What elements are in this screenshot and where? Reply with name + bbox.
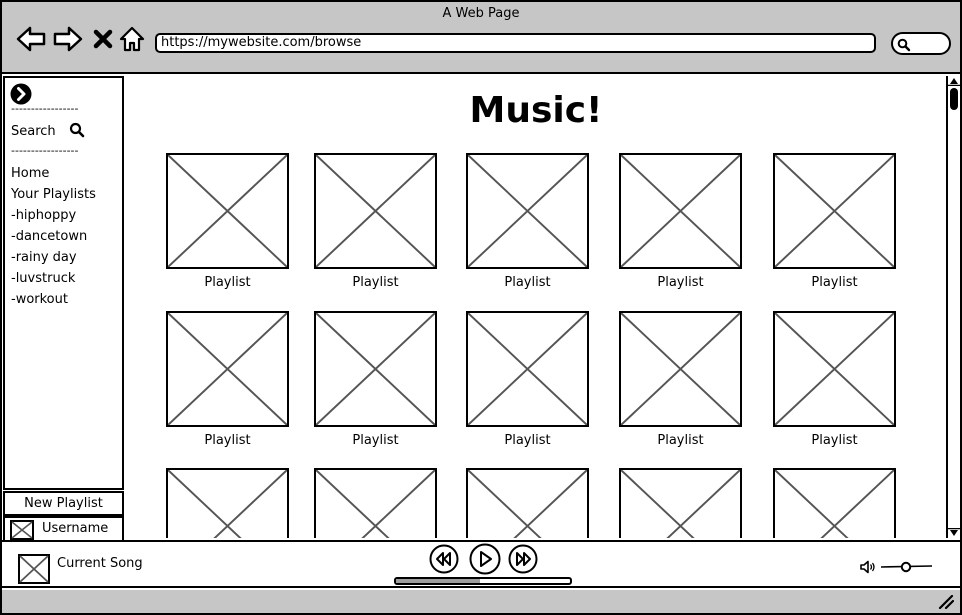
- playlist-cover-placeholder: [166, 311, 289, 427]
- playlist-tile[interactable]: [166, 468, 289, 538]
- playlist-tile[interactable]: [466, 468, 589, 538]
- playlist-label: Playlist: [352, 275, 399, 290]
- playlist-cover-placeholder: [466, 311, 589, 427]
- window-title: A Web Page: [442, 6, 520, 21]
- sidebar-item-your-playlists[interactable]: Your Playlists: [11, 187, 96, 202]
- playlist-label: Playlist: [204, 433, 251, 448]
- rewind-icon[interactable]: [429, 544, 459, 574]
- vertical-scrollbar[interactable]: [946, 76, 960, 538]
- playlist-tile[interactable]: Playlist: [773, 311, 896, 448]
- sidebar-item-dancetown[interactable]: -dancetown: [11, 229, 87, 244]
- playlist-label: Playlist: [657, 433, 704, 448]
- playlist-label: Playlist: [657, 275, 704, 290]
- volume-control[interactable]: [860, 560, 934, 574]
- playlist-cover-placeholder: [773, 311, 896, 427]
- back-arrow-icon[interactable]: [16, 24, 46, 54]
- playlist-tile[interactable]: Playlist: [466, 153, 589, 290]
- playlist-label: Playlist: [352, 433, 399, 448]
- browser-chrome: A Web Page https://mywebsite.com/browse: [2, 2, 960, 74]
- playlist-cover-placeholder: [619, 153, 742, 269]
- search-icon[interactable]: [69, 122, 85, 142]
- song-progress-bar[interactable]: [394, 577, 572, 585]
- sidebar-item-rainy-day[interactable]: -rainy day: [11, 250, 77, 265]
- sidebar-item-workout[interactable]: -workout: [11, 292, 68, 307]
- playlist-cover-placeholder: [166, 468, 289, 538]
- playlist-cover-placeholder: [466, 153, 589, 269]
- playlist-cover-placeholder: [619, 468, 742, 538]
- sidebar-divider: -----------------: [11, 144, 79, 157]
- url-bar[interactable]: https://mywebsite.com/browse: [155, 33, 876, 53]
- playlist-cover-placeholder: [314, 468, 437, 538]
- sidebar-item-home[interactable]: Home: [11, 166, 49, 181]
- playlist-cover-placeholder: [773, 153, 896, 269]
- forward-arrow-icon[interactable]: [53, 24, 83, 54]
- sidebar: ----------------- Search ---------------…: [3, 76, 124, 490]
- current-song-label: Current Song: [57, 556, 143, 571]
- playlist-cover-placeholder: [314, 311, 437, 427]
- playlist-tile[interactable]: [619, 468, 742, 538]
- main-content: Music! Playlist Playlist Playlist Playlist P…: [126, 76, 946, 538]
- status-bar: [2, 590, 960, 613]
- avatar: [10, 520, 34, 540]
- page-title: Music!: [469, 90, 603, 131]
- playlist-cover-placeholder: [773, 468, 896, 538]
- scroll-thumb[interactable]: [950, 88, 958, 110]
- playlist-tile[interactable]: Playlist: [314, 153, 437, 290]
- scroll-up-arrow-icon[interactable]: [948, 76, 960, 86]
- username-label: Username: [42, 521, 109, 536]
- user-profile[interactable]: Username: [3, 516, 124, 543]
- playlist-label: Playlist: [811, 433, 858, 448]
- speaker-icon: [860, 560, 875, 574]
- play-icon[interactable]: [469, 543, 501, 575]
- playlist-tile[interactable]: Playlist: [166, 153, 289, 290]
- sidebar-item-hiphoppy[interactable]: -hiphoppy: [11, 208, 76, 223]
- home-icon[interactable]: [117, 24, 147, 54]
- song-progress-fill: [396, 579, 480, 583]
- playlist-cover-placeholder: [619, 311, 742, 427]
- playlist-tile[interactable]: Playlist: [314, 311, 437, 448]
- player-bar: Current Song: [2, 540, 960, 588]
- playlist-cover-placeholder: [166, 153, 289, 269]
- playlist-label: Playlist: [811, 275, 858, 290]
- playlist-tile[interactable]: Playlist: [619, 153, 742, 290]
- search-icon: [897, 38, 911, 52]
- resize-grip-icon[interactable]: [938, 595, 954, 609]
- playlist-tile[interactable]: Playlist: [466, 311, 589, 448]
- close-icon[interactable]: [88, 24, 118, 54]
- playlist-label: Playlist: [504, 433, 551, 448]
- playlist-tile[interactable]: Playlist: [166, 311, 289, 448]
- new-playlist-button[interactable]: New Playlist: [3, 491, 124, 516]
- browser-search-button[interactable]: [891, 32, 951, 55]
- playlist-label: Playlist: [204, 275, 251, 290]
- browser-window: A Web Page https://mywebsite.com/browse …: [0, 0, 962, 615]
- playlist-cover-placeholder: [466, 468, 589, 538]
- playlist-tile[interactable]: Playlist: [773, 153, 896, 290]
- sidebar-item-luvstruck[interactable]: -luvstruck: [11, 271, 75, 286]
- sidebar-search-label[interactable]: Search: [11, 124, 56, 139]
- playlist-cover-placeholder: [314, 153, 437, 269]
- playlist-tile[interactable]: Playlist: [619, 311, 742, 448]
- scroll-down-arrow-icon[interactable]: [948, 528, 960, 538]
- playlist-tile[interactable]: [773, 468, 896, 538]
- volume-slider-knob: [900, 561, 912, 573]
- song-artwork: [18, 554, 50, 584]
- fast-forward-icon[interactable]: [508, 544, 538, 574]
- playlist-tile[interactable]: [314, 468, 437, 538]
- playlist-label: Playlist: [504, 275, 551, 290]
- sidebar-divider: -----------------: [11, 102, 79, 115]
